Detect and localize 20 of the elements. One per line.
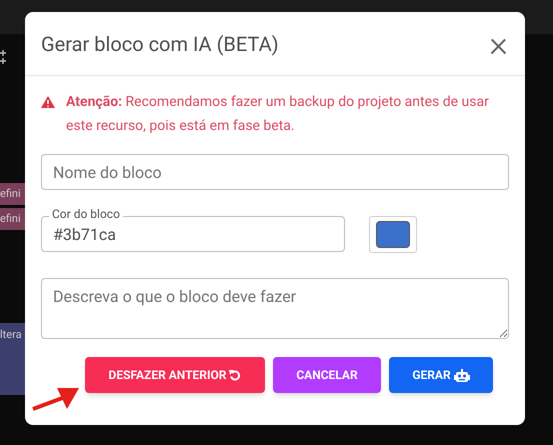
code-block[interactable]: ltera [0, 323, 26, 395]
plus-icon[interactable] [0, 58, 6, 64]
plus-icon[interactable] [0, 50, 6, 56]
close-button[interactable]: × [489, 28, 509, 58]
code-block[interactable]: efini [0, 208, 26, 230]
color-swatch-button[interactable] [369, 216, 417, 253]
undo-button[interactable]: DESFAZER ANTERIOR [85, 357, 265, 393]
field-label: Cor do bloco [49, 207, 123, 221]
color-value: #3b71ca [53, 224, 116, 246]
cancel-button[interactable]: CANCELAR [273, 357, 381, 393]
dialog-title: Gerar bloco com IA (BETA) [41, 30, 279, 58]
warning-text: Atenção: Recomendamos fazer um backup do projeto antes de usar este recurso, pois está em fase beta. [66, 93, 490, 136]
pointer-arrow [31, 387, 80, 412]
description-field[interactable]: Descreva o que o bloco deve fazer [41, 278, 509, 339]
undo-icon [229, 369, 242, 381]
code-block[interactable]: efini [0, 183, 26, 205]
robot-icon [454, 368, 470, 382]
name-field[interactable]: Nome do bloco [41, 154, 509, 190]
generate-button[interactable]: GERAR [389, 357, 493, 393]
warning-icon [41, 96, 55, 108]
